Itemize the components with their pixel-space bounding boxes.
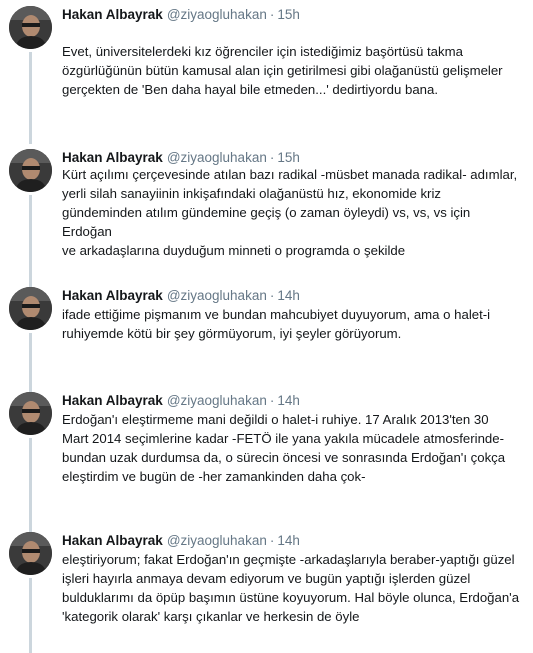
author-name[interactable]: Hakan Albayrak [62,393,163,408]
tweet-text: eleştiriyorum; fakat Erdoğan'ın geçmişte… [62,552,520,624]
separator-dot: · [269,288,275,303]
separator-dot: · [269,533,275,548]
tweet-1[interactable]: Hakan Albayrak @ziyaogluhakan · 15h Evet, ü… [0,6,533,144]
thread-line [29,195,32,287]
separator-dot: · [269,393,275,408]
avatar[interactable] [9,149,52,192]
tweet-header: Hakan Albayrak @ziyaogluhakan · 15h [62,149,300,166]
tweet-header: Hakan Albayrak @ziyaogluhakan · 15h [62,6,300,23]
thread-line [29,52,32,144]
tweet-thread: Hakan Albayrak @ziyaogluhakan · 15h Evet, ü… [0,0,533,653]
avatar[interactable] [9,392,52,435]
timestamp[interactable]: 15h [277,150,300,165]
author-name[interactable]: Hakan Albayrak [62,150,163,165]
timestamp[interactable]: 14h [277,393,300,408]
author-handle[interactable]: @ziyaogluhakan [167,533,267,548]
tweet-2[interactable]: Hakan Albayrak @ziyaogluhakan · 15h Kürt aç… [0,149,533,287]
author-name[interactable]: Hakan Albayrak [62,533,163,548]
separator-dot: · [269,7,275,22]
thread-line [29,438,32,532]
timestamp[interactable]: 14h [277,533,300,548]
avatar[interactable] [9,287,52,330]
tweet-text: ifade ettiğime pişmanım ve bundan mahcub… [62,307,491,341]
thread-line [29,333,32,392]
tweet-text: Erdoğan'ı eleştirmeme mani değildi o hal… [62,412,506,484]
author-handle[interactable]: @ziyaogluhakan [167,393,267,408]
tweet-text: Kürt açılımı çerçevesinde atılan bazı ra… [62,167,518,258]
avatar[interactable] [9,532,52,575]
tweet-header: Hakan Albayrak @ziyaogluhakan · 14h [62,532,300,549]
timestamp[interactable]: 15h [277,7,300,22]
author-handle[interactable]: @ziyaogluhakan [167,150,267,165]
tweet-3[interactable]: Hakan Albayrak @ziyaogluhakan · 14h ifade e… [0,287,533,392]
tweet-4[interactable]: Hakan Albayrak @ziyaogluhakan · 14h Erdoğan… [0,392,533,532]
author-handle[interactable]: @ziyaogluhakan [167,7,267,22]
tweet-header: Hakan Albayrak @ziyaogluhakan · 14h [62,392,300,409]
thread-line [29,578,32,653]
tweet-5[interactable]: Hakan Albayrak @ziyaogluhakan · 14h eleştir… [0,532,533,653]
tweet-text: Evet, üniversitelerdeki kız öğrenciler i… [62,44,503,97]
avatar[interactable] [9,6,52,49]
author-name[interactable]: Hakan Albayrak [62,7,163,22]
author-handle[interactable]: @ziyaogluhakan [167,288,267,303]
separator-dot: · [269,150,275,165]
timestamp[interactable]: 14h [277,288,300,303]
tweet-header: Hakan Albayrak @ziyaogluhakan · 14h [62,287,300,304]
author-name[interactable]: Hakan Albayrak [62,288,163,303]
